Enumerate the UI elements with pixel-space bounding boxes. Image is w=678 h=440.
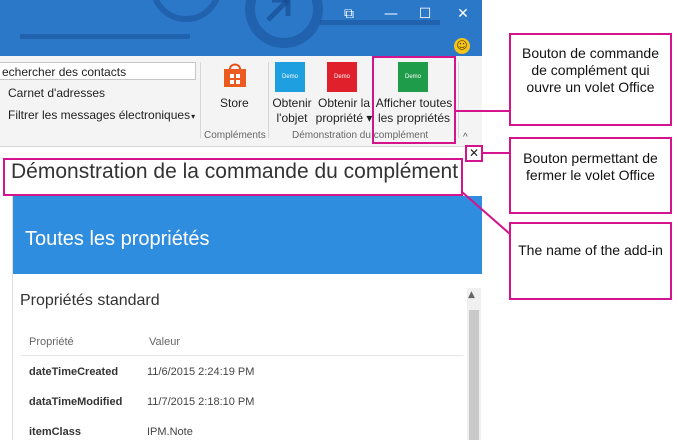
close-window-button[interactable]: ✕: [452, 4, 474, 24]
store-icon[interactable]: [222, 60, 248, 88]
row-value: 11/7/2015 2:18:10 PM: [147, 396, 255, 408]
decorative-line: [20, 34, 190, 39]
leader-line: [456, 110, 510, 112]
group-label-addins: Compléments: [204, 130, 266, 141]
row-key: dataTimeModified: [29, 396, 123, 408]
row-value: 11/6/2015 2:24:19 PM: [147, 366, 255, 378]
address-book-button[interactable]: Carnet d'adresses: [8, 86, 105, 100]
chevron-down-icon: ▾: [191, 112, 196, 121]
ribbon-separator: [458, 62, 459, 138]
callout-command-button: Bouton de commande de complément qui ouv…: [509, 33, 672, 126]
task-pane: Toutes les propriétés Propriétés standar…: [12, 196, 482, 440]
title-bar: ⧉ — ☐ ✕ ☺: [0, 0, 482, 56]
header-divider: [21, 355, 463, 356]
demo-tile-get-property-icon[interactable]: Demo: [327, 62, 357, 92]
ribbon-separator: [268, 62, 269, 138]
demo-tile-get-object-icon[interactable]: Demo: [275, 62, 305, 92]
get-object-button[interactable]: Obtenir l'objet: [270, 96, 314, 126]
highlight-command-button: [372, 56, 456, 144]
scroll-up-icon[interactable]: ▲: [468, 290, 475, 300]
pane-header: Toutes les propriétés: [13, 196, 482, 274]
smiley-feedback-icon[interactable]: ☺: [454, 38, 470, 54]
leader-line: [461, 191, 511, 235]
section-title: Propriétés standard: [20, 292, 160, 309]
maximize-button[interactable]: ☐: [414, 4, 436, 24]
column-header-property: Propriété: [29, 336, 74, 348]
filter-email-button[interactable]: Filtrer les messages électroniques▾: [8, 108, 195, 122]
pane-header-title: Toutes les propriétés: [25, 228, 210, 250]
arrow-decoration-icon: [266, 0, 291, 22]
ribbon-separator: [200, 62, 201, 138]
callout-addin-name: The name of the add-in: [509, 222, 672, 300]
filter-email-label: Filtrer les messages électroniques: [8, 108, 191, 122]
minimize-button[interactable]: —: [380, 4, 402, 24]
row-value: IPM.Note: [147, 426, 193, 438]
get-property-line2: propriété ▾: [315, 111, 373, 125]
store-button[interactable]: Store: [220, 96, 249, 111]
get-object-line2: l'objet: [276, 111, 308, 125]
get-property-button[interactable]: Obtenir la propriété ▾: [314, 96, 374, 126]
get-object-line1: Obtenir: [272, 96, 312, 110]
column-header-value: Valeur: [149, 336, 180, 348]
highlight-addin-name: [3, 158, 463, 196]
leader-line: [483, 152, 510, 154]
callout-close-button: Bouton permettant de fermer le volet Off…: [509, 137, 672, 214]
row-key: dateTimeCreated: [29, 366, 119, 378]
restore-window-icon[interactable]: ⧉: [338, 4, 360, 24]
get-property-line1: Obtenir la: [317, 96, 371, 110]
scrollbar-thumb[interactable]: [469, 310, 479, 440]
row-key: itemClass: [29, 426, 81, 438]
decorative-circle: [150, 0, 222, 22]
highlight-close-button: [465, 145, 483, 162]
search-contacts-input[interactable]: echercher des contacts: [0, 62, 196, 80]
collapse-ribbon-icon[interactable]: ^: [463, 132, 468, 143]
